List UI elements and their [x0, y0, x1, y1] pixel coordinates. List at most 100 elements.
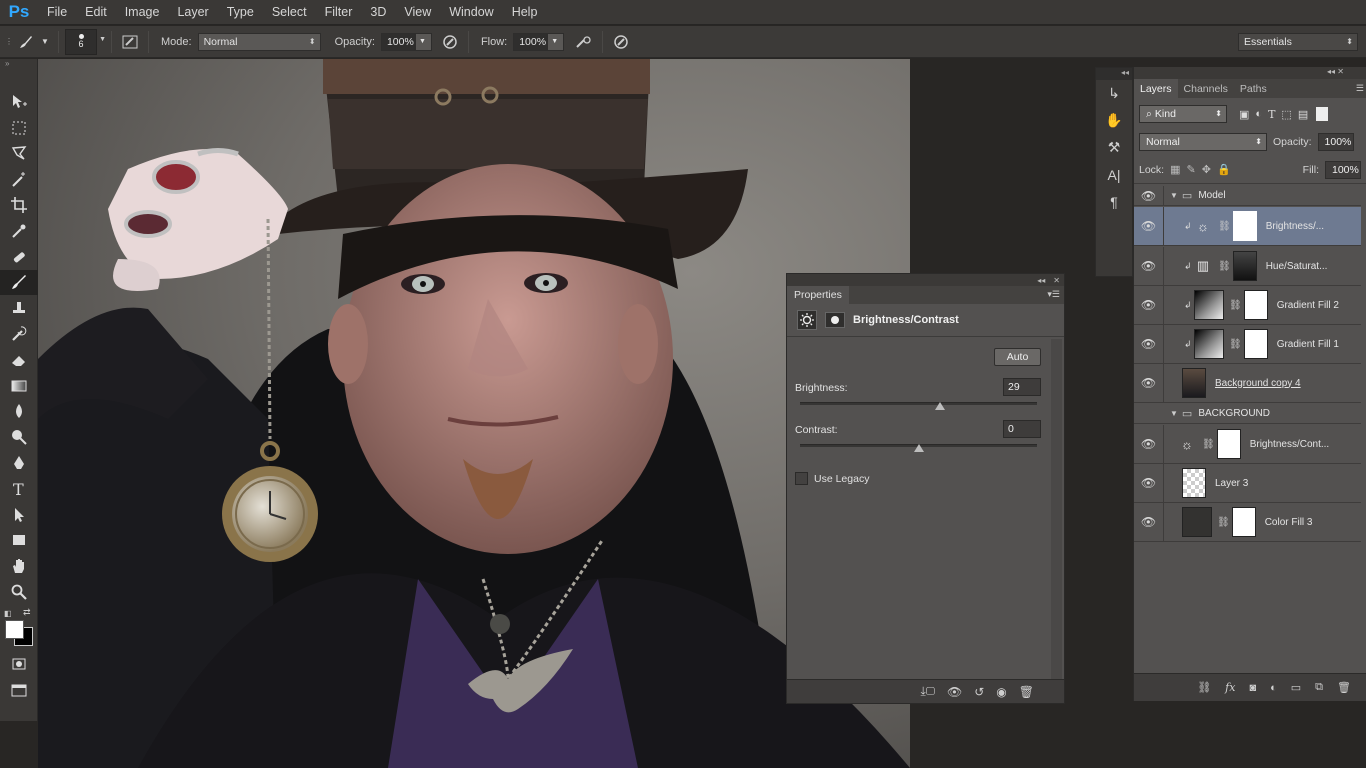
gradient-thumbnail[interactable] — [1194, 329, 1224, 359]
filter-toggle-icon[interactable] — [1316, 107, 1329, 121]
layer-mask-thumbnail[interactable] — [1243, 329, 1268, 359]
link-icon[interactable]: ⛓ — [1202, 439, 1215, 450]
brightness-input[interactable]: 29 — [1003, 378, 1041, 396]
layer-mask-thumbnail[interactable] — [1243, 290, 1268, 320]
eyedropper-tool-icon[interactable] — [0, 218, 38, 244]
properties-scrollbar[interactable] — [1051, 339, 1062, 681]
new-group-icon[interactable]: ▭ — [1291, 681, 1301, 694]
visibility-eye-icon[interactable]: 👁 — [1134, 464, 1164, 502]
visibility-eye-icon[interactable]: 👁 — [1134, 325, 1164, 363]
reset-icon[interactable]: ↺ — [974, 685, 984, 699]
group-expand-icon[interactable]: ▼ — [1170, 191, 1178, 200]
move-tool-icon[interactable] — [0, 89, 38, 115]
brush-panel-toggle-icon[interactable] — [118, 31, 142, 53]
brush-presets-icon[interactable]: ⚒ — [1096, 134, 1132, 161]
visibility-eye-icon[interactable]: 👁 — [1134, 503, 1164, 541]
photo-thumbnail[interactable] — [1182, 368, 1206, 398]
collapse-panel-icon[interactable]: ◂◂ — [1037, 276, 1045, 285]
history-panel-icon[interactable]: ↳ — [1096, 80, 1132, 107]
toolbox-collapse-icon[interactable]: » — [0, 59, 37, 69]
tool-preset-chevron-down-icon[interactable]: ▼ — [38, 31, 52, 53]
layers-menu-icon[interactable]: ☰ — [1356, 83, 1364, 94]
lock-position-icon[interactable]: ✥ — [1202, 163, 1211, 176]
paragraph-panel-icon[interactable]: ¶ — [1096, 188, 1132, 215]
contrast-slider[interactable] — [800, 444, 1037, 452]
visibility-eye-icon[interactable]: 👁 — [1134, 186, 1164, 205]
visibility-eye-icon[interactable]: 👁 — [1134, 425, 1164, 463]
lock-pixels-icon[interactable]: ✎ — [1187, 163, 1196, 176]
type-filter-icon[interactable]: T — [1268, 108, 1275, 121]
marquee-tool-icon[interactable] — [0, 115, 38, 141]
kind-filter-dropdown[interactable]: ⌕ Kind ⬍ — [1139, 105, 1227, 123]
use-legacy-checkbox[interactable] — [795, 472, 808, 485]
pen-tool-icon[interactable] — [0, 450, 38, 476]
swap-colors-icon[interactable]: ⇄ — [23, 607, 31, 618]
tab-channels[interactable]: Channels — [1178, 79, 1234, 98]
layer-mask-thumbnail[interactable] — [1216, 429, 1241, 459]
layer-style-fx-icon[interactable]: fx — [1225, 681, 1235, 694]
layer-row[interactable]: 👁 ☼ ⛓ Brightness/Cont... — [1134, 425, 1361, 464]
zoom-tool-icon[interactable] — [0, 579, 38, 605]
new-adjustment-layer-icon[interactable]: ◐ — [1270, 682, 1277, 694]
history-brush-tool-icon[interactable] — [0, 321, 38, 347]
brush-size-picker[interactable]: 6 ▼ — [65, 28, 106, 55]
magic-wand-tool-icon[interactable] — [0, 166, 38, 192]
opacity-slider-toggle[interactable]: ▼ — [414, 32, 432, 51]
group-expand-icon[interactable]: ▼ — [1170, 409, 1178, 418]
clip-to-layer-icon[interactable]: ⤓▢ — [921, 684, 935, 699]
opacity-input[interactable]: 100% — [380, 32, 415, 51]
menu-help[interactable]: Help — [503, 5, 547, 19]
layer-row[interactable]: 👁 ↲ ⛓ Gradient Fill 1 — [1134, 325, 1361, 364]
close-panel-icon[interactable]: ✕ — [1053, 276, 1060, 285]
layer-row[interactable]: 👁 Background copy 4 — [1134, 364, 1361, 403]
smart-object-filter-icon[interactable]: ▤ — [1298, 108, 1308, 121]
actions-panel-icon[interactable]: ✋ — [1096, 107, 1132, 134]
rectangle-tool-icon[interactable] — [0, 528, 38, 554]
contrast-input[interactable]: 0 — [1003, 420, 1041, 438]
airbrush-icon[interactable] — [572, 31, 596, 53]
default-colors-icon[interactable]: ◧ — [4, 609, 12, 618]
link-icon[interactable]: ⛓ — [1218, 261, 1231, 272]
eraser-tool-icon[interactable] — [0, 347, 38, 373]
add-mask-icon[interactable]: ◙ — [1249, 682, 1256, 694]
clone-stamp-tool-icon[interactable] — [0, 295, 38, 321]
menu-edit[interactable]: Edit — [76, 5, 116, 19]
toggle-visibility-icon[interactable]: ◉ — [996, 685, 1006, 699]
layer-row-group[interactable]: ▼ ▭ BACKGROUND — [1134, 404, 1361, 424]
foreground-color-swatch[interactable] — [5, 619, 24, 639]
pressure-opacity-icon[interactable] — [438, 31, 462, 53]
layer-opacity-input[interactable]: 100% — [1317, 133, 1354, 151]
tab-layers[interactable]: Layers — [1134, 79, 1178, 98]
healing-brush-tool-icon[interactable] — [0, 244, 38, 270]
use-legacy-option[interactable]: Use Legacy — [795, 472, 869, 485]
lock-all-icon[interactable]: 🔒 — [1217, 163, 1231, 176]
delete-layer-icon[interactable]: 🗑 — [1337, 681, 1351, 694]
mask-icon[interactable] — [825, 312, 845, 328]
dock-expand-icon[interactable]: ◂◂ — [1096, 68, 1132, 80]
gradient-tool-icon[interactable] — [0, 373, 38, 399]
link-icon[interactable]: ⛓ — [1217, 517, 1230, 528]
flow-input[interactable]: 100% — [513, 32, 548, 51]
workspace-dropdown[interactable]: Essentials ⬍ — [1238, 32, 1358, 51]
character-panel-icon[interactable]: A| — [1096, 161, 1132, 188]
tool-preset-brush-icon[interactable] — [14, 31, 38, 53]
new-layer-icon[interactable]: ⧉ — [1315, 681, 1323, 694]
mode-dropdown[interactable]: Normal ⬍ — [197, 32, 321, 51]
layer-row[interactable]: 👁 ↲ ▥ ⛓ Hue/Saturat... — [1134, 247, 1361, 286]
adjustment-filter-icon[interactable]: ◐ — [1255, 108, 1262, 120]
pressure-size-icon[interactable] — [609, 31, 633, 53]
menu-filter[interactable]: Filter — [316, 5, 362, 19]
layer-row-group[interactable]: 👁 ▼ ▭ Model — [1134, 186, 1361, 206]
tab-properties[interactable]: Properties — [787, 286, 849, 304]
dodge-tool-icon[interactable] — [0, 424, 38, 450]
auto-button[interactable]: Auto — [994, 348, 1041, 366]
flow-slider-toggle[interactable]: ▼ — [547, 32, 565, 51]
menu-file[interactable]: File — [38, 5, 76, 19]
layer-mask-thumbnail[interactable] — [1232, 211, 1257, 241]
link-layers-icon[interactable]: ⛓ — [1197, 681, 1211, 694]
pixel-filter-icon[interactable]: ▣ — [1239, 108, 1249, 121]
menu-view[interactable]: View — [395, 5, 440, 19]
link-icon[interactable]: ⛓ — [1229, 339, 1242, 350]
visibility-eye-icon[interactable]: 👁 — [1134, 286, 1164, 324]
visibility-eye-icon[interactable]: 👁 — [1134, 247, 1164, 285]
